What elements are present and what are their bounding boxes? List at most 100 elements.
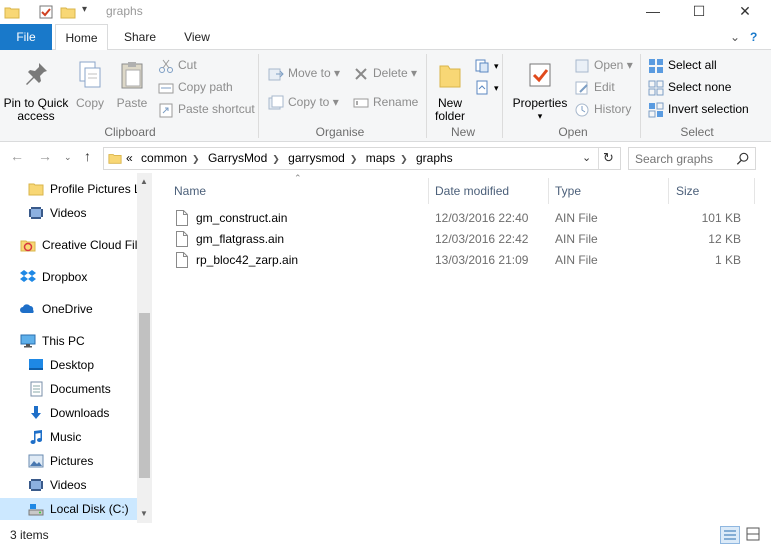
delete-button[interactable]: Delete ▾: [353, 64, 417, 82]
copy-button[interactable]: Copy: [72, 60, 108, 110]
forward-arrow-icon[interactable]: →: [38, 148, 52, 164]
address-bar[interactable]: « common ❯ GarrysMod ❯ garrysmod ❯ maps ❯ gr…: [103, 147, 621, 170]
breadcrumb-overflow[interactable]: «: [126, 151, 133, 165]
file-row[interactable]: gm_flatgrass.ain 12/03/2016 22:42 AIN Fi…: [170, 229, 760, 250]
column-header-name[interactable]: Name: [174, 181, 206, 201]
select-none-icon: [648, 80, 664, 96]
paste-button[interactable]: Paste: [114, 60, 150, 110]
tab-view[interactable]: View: [172, 24, 222, 50]
up-arrow-icon[interactable]: ↑: [84, 148, 91, 164]
nav-item-label: OneDrive: [42, 302, 93, 316]
properties-button[interactable]: Properties ▾: [510, 60, 570, 123]
breadcrumb-garrysmod[interactable]: GarrysMod: [208, 151, 267, 165]
tab-home[interactable]: Home: [55, 24, 108, 51]
new-group-label: New: [450, 125, 475, 139]
refresh-icon[interactable]: ↻: [603, 150, 614, 166]
edit-button[interactable]: Edit: [574, 78, 615, 96]
details-view-button[interactable]: [720, 526, 740, 544]
help-icon[interactable]: ?: [750, 30, 757, 44]
scroll-down-icon[interactable]: ▼: [140, 509, 148, 518]
nav-item-music[interactable]: Music: [28, 426, 81, 448]
nav-item-label: Desktop: [50, 358, 95, 372]
column-divider[interactable]: [754, 178, 755, 204]
nav-item-videos-quick[interactable]: Videos: [28, 202, 86, 224]
video-icon: [29, 479, 43, 491]
column-divider[interactable]: [668, 178, 669, 204]
invert-selection-button[interactable]: Invert selection: [648, 100, 749, 118]
recent-locations-icon[interactable]: ⌄: [64, 152, 72, 163]
tab-share[interactable]: Share: [114, 24, 166, 50]
nav-item-downloads[interactable]: Downloads: [28, 402, 109, 424]
nav-item-pictures[interactable]: Pictures: [28, 450, 93, 472]
computer-icon: [20, 334, 36, 348]
scrollbar-thumb[interactable]: [139, 313, 150, 478]
file-size: 1 KB: [714, 253, 741, 267]
nav-item-local-disk[interactable]: Local Disk (C:): [0, 498, 137, 520]
navigation-pane: Profile Pictures L Videos Creative Cloud…: [0, 173, 152, 523]
tab-file[interactable]: File: [0, 24, 52, 50]
file-row[interactable]: rp_bloc42_zarp.ain 13/03/2016 21:09 AIN …: [170, 250, 760, 271]
new-item-button[interactable]: ▾: [474, 56, 499, 74]
nav-item-label: This PC: [42, 334, 85, 348]
easy-access-button[interactable]: ▾: [474, 78, 499, 96]
close-button[interactable]: ✕: [722, 0, 768, 24]
nav-item-creative-cloud[interactable]: Creative Cloud Fil: [20, 234, 137, 256]
chevron-down-icon[interactable]: ⌄: [582, 151, 591, 164]
column-header-type[interactable]: Type: [555, 181, 581, 201]
customize-quick-access-icon[interactable]: ▾: [82, 4, 87, 15]
ribbon-tabs: File Home Share View ⌄ ?: [0, 24, 771, 51]
move-to-button[interactable]: Move to ▾: [268, 64, 340, 82]
properties-quick-icon[interactable]: [38, 4, 54, 20]
history-button[interactable]: History: [574, 100, 631, 118]
nav-item-documents[interactable]: Documents: [28, 378, 111, 400]
new-folder-quick-icon[interactable]: [60, 4, 76, 20]
search-icon[interactable]: [736, 152, 750, 166]
nav-item-desktop[interactable]: Desktop: [28, 354, 94, 376]
open-button[interactable]: Open ▾: [574, 56, 633, 74]
nav-item-profile-pictures[interactable]: Profile Pictures L: [28, 178, 141, 200]
select-all-icon: [648, 58, 664, 74]
chevron-right-icon[interactable]: ❯: [192, 154, 200, 164]
file-row[interactable]: gm_construct.ain 12/03/2016 22:40 AIN Fi…: [170, 208, 760, 229]
copy-to-button[interactable]: Copy to ▾: [268, 93, 339, 111]
chevron-right-icon[interactable]: ❯: [350, 154, 358, 164]
nav-item-videos[interactable]: Videos: [28, 474, 86, 496]
copy-icon: [79, 61, 101, 88]
chevron-right-icon[interactable]: ❯: [272, 154, 280, 164]
large-icons-view-button[interactable]: [744, 526, 764, 544]
nav-pane-scrollbar[interactable]: ▲ ▼: [137, 173, 152, 523]
rename-button[interactable]: Rename: [353, 93, 418, 111]
nav-item-onedrive[interactable]: OneDrive: [20, 298, 93, 320]
scroll-up-icon[interactable]: ▲: [140, 177, 148, 186]
expand-ribbon-icon[interactable]: ⌄: [730, 30, 740, 44]
select-none-button[interactable]: Select none: [648, 78, 731, 96]
paste-shortcut-label: Paste shortcut: [178, 102, 255, 116]
breadcrumb-garrysmod-sub[interactable]: garrysmod: [288, 151, 345, 165]
search-input[interactable]: [635, 151, 735, 166]
paste-shortcut-button[interactable]: Paste shortcut: [158, 100, 255, 118]
chevron-right-icon[interactable]: ❯: [400, 154, 408, 164]
maximize-button[interactable]: ☐: [676, 0, 722, 24]
copy-path-button[interactable]: Copy path: [158, 78, 233, 96]
minimize-button[interactable]: —: [630, 0, 676, 24]
cut-button[interactable]: Cut: [158, 56, 197, 74]
back-arrow-icon[interactable]: ←: [10, 148, 24, 164]
pin-to-quick-access-button[interactable]: Pin to Quick access: [2, 60, 70, 123]
nav-item-this-pc[interactable]: This PC: [20, 330, 85, 352]
column-header-size[interactable]: Size: [676, 181, 699, 201]
copy-path-icon: [158, 80, 174, 96]
desktop-icon: [29, 359, 43, 370]
breadcrumb-maps[interactable]: maps: [366, 151, 395, 165]
column-divider[interactable]: [428, 178, 429, 204]
file-date: 12/03/2016 22:40: [435, 211, 529, 225]
nav-item-dropbox[interactable]: Dropbox: [20, 266, 87, 288]
breadcrumb-graphs[interactable]: graphs: [416, 151, 453, 165]
breadcrumb-common[interactable]: common: [141, 151, 187, 165]
nav-item-label: Pictures: [50, 454, 94, 468]
file-list: ⌃ Name Date modified Type Size gm_constr…: [160, 173, 771, 523]
column-header-date[interactable]: Date modified: [435, 181, 509, 201]
select-all-button[interactable]: Select all: [648, 56, 717, 74]
column-divider[interactable]: [548, 178, 549, 204]
new-folder-button[interactable]: New folder: [428, 60, 472, 123]
file-type: AIN File: [555, 232, 598, 246]
